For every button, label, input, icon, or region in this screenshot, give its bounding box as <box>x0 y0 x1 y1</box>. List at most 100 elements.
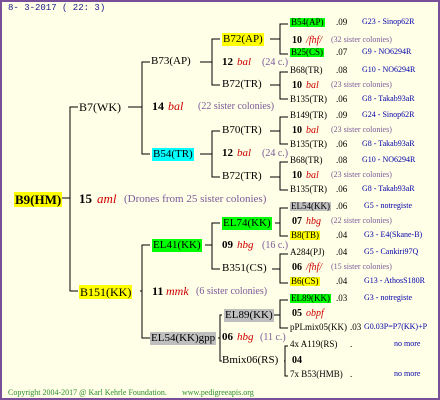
gen4-origin-code: G13 - AthosS180R <box>364 276 425 285</box>
gen4-queen: 7x B53(HMB) <box>290 369 343 379</box>
gen4-inbreeding: .09 <box>336 17 348 27</box>
gen3-b351: B351(CS) <box>222 262 267 274</box>
gen4-queen: B8(TB) <box>290 230 320 240</box>
gen3-b72ap-drone-type: bal <box>237 56 252 68</box>
gen4-inbreeding: . <box>350 369 353 379</box>
gen1-lower-drone-count: 11 <box>152 284 164 298</box>
gen4-drone-count: 10 <box>292 125 302 136</box>
gen3-el89-drone-type: hbg <box>237 331 254 343</box>
gen4-inbreeding: .04 <box>336 247 348 257</box>
gen4-queen: B135(TR) <box>290 139 327 149</box>
gen3-b72ap-note: (24 c.) <box>262 57 289 68</box>
gen1-upper-drone-type: bal <box>168 99 184 113</box>
gen3-b72ap: B72(AP) <box>222 33 264 46</box>
gen4-queen: 4x A119(RS) <box>290 339 338 349</box>
gen4-origin-code: G3 - E4(Skane-B) <box>364 230 423 239</box>
gen4-inbreeding: .03 <box>336 293 348 303</box>
header-date: 8- 3-2017 ( 22: 3) <box>8 3 106 13</box>
gen4-sister-note: (22 sister colonies) <box>331 216 392 225</box>
gen4-queen: pPLmix05(KK) <box>290 322 347 332</box>
gen3-el74: EL74(KK) <box>222 217 272 230</box>
gen4-inbreeding: .03 <box>350 322 362 332</box>
gen4-origin-code: G23 - Sinop62R <box>362 17 415 26</box>
gen4-origin-code: G8 - Takab93aR <box>362 94 415 103</box>
gen4-drone-type: hbg <box>306 216 321 227</box>
gen4-drone-type: /fhf/ <box>306 35 323 46</box>
gen2-el41: EL41(KK) <box>152 239 202 252</box>
gen4-origin-code: G8 - Takab93aR <box>362 139 415 148</box>
gen3-b70tr-drone-type: bal <box>237 147 252 159</box>
gen4-origin-code: G3 - notregiste <box>364 293 412 302</box>
gen3-b72tr-2: B72(TR) <box>222 170 262 182</box>
gen4-origin-code: G8 - Takab93aR <box>362 184 415 193</box>
gen3-b70tr-drone-count: 12 <box>222 147 233 159</box>
gen3-b70tr-note: (24 c.) <box>262 148 289 159</box>
gen4-inbreeding: .04 <box>336 230 348 240</box>
gen4-inbreeding: .09 <box>336 110 348 120</box>
gen4-origin-code: no more <box>394 339 421 348</box>
gen4-inbreeding: .04 <box>336 276 348 286</box>
gen1-lower-queen: B151(KK) <box>79 285 133 299</box>
gen3-el89-note: (11 c.) <box>260 332 286 343</box>
gen4-sister-note: (23 sister colonies) <box>331 80 392 89</box>
gen4-drone-count: 06 <box>292 262 302 273</box>
gen3-el74-drone-type: hbg <box>237 239 254 251</box>
gen4-drone-type: obpf <box>306 308 324 319</box>
gen4-queen: B25(CS) <box>290 47 325 57</box>
gen2-b73: B73(AP) <box>151 55 191 67</box>
gen1-lower-sister-note: (6 sister colonies) <box>196 286 268 297</box>
root-drone-type: aml <box>97 191 117 206</box>
gen4-queen: B135(TR) <box>290 94 327 104</box>
gen4-queen: EL54(KK) <box>290 201 331 211</box>
footer-url[interactable]: www.pedigreeapis.org <box>182 389 254 397</box>
gen4-inbreeding: .08 <box>336 65 348 75</box>
gen4-drone-count: 10 <box>292 170 302 181</box>
gen3-el89-drone-count: 06 <box>222 331 233 343</box>
root-queen: B9(HM) <box>14 192 63 207</box>
root-drone-count: 15 <box>79 191 92 206</box>
footer-copyright: Copyright 2004-2017 @ Karl Kehrle Founda… <box>8 388 167 397</box>
gen4-queen: B135(TR) <box>290 184 327 194</box>
gen4-origin-code: G24 - Sinop62R <box>362 110 415 119</box>
gen4-inbreeding: . <box>350 339 353 349</box>
gen4-origin-code: G5 - Cankiri97Q <box>364 247 419 256</box>
pedigree-page: 8- 3-2017 ( 22: 3) B9(HM) 15 aml (Drones… <box>0 0 440 400</box>
gen4-sister-note: (15 sister colonies) <box>331 262 392 271</box>
gen3-el74-drone-count: 09 <box>222 239 233 251</box>
gen4-origin-code: G10 - NO6294R <box>362 155 416 164</box>
gen3-el89: EL89(KK) <box>224 309 274 322</box>
gen4-inbreeding: .07 <box>336 47 348 57</box>
gen4-origin-code: no more <box>394 369 421 378</box>
gen4-origin-code: G5 - notregiste <box>364 201 412 210</box>
gen3-el74-note: (16 c.) <box>262 240 289 251</box>
gen1-lower-drone-type: mmk <box>166 284 189 298</box>
gen4-queen: EL89(KK) <box>290 293 331 303</box>
gen4-queen: B68(TR) <box>290 65 323 75</box>
gen4-inbreeding: .06 <box>336 184 348 194</box>
gen4-queen: B68(TR) <box>290 155 323 165</box>
gen4-drone-count: 05 <box>292 308 302 319</box>
gen1-upper-sister-note: (22 sister colonies) <box>198 101 275 112</box>
gen4-sister-note: (23 sister colonies) <box>331 125 392 134</box>
gen4-drone-type: bal <box>306 80 319 91</box>
gen4-drone-type: /fhf/ <box>306 262 323 273</box>
gen1-upper-queen: B7(WK) <box>79 100 121 114</box>
gen4-drone-count: 10 <box>292 35 302 46</box>
gen1-upper-drone-count: 14 <box>152 99 164 113</box>
gen4-sister-note: (32 sister colonies) <box>331 35 392 44</box>
gen4-origin-code: G0.03P=P7(KK)+P <box>364 322 428 331</box>
gen4-sister-note: (23 sister colonies) <box>331 170 392 179</box>
gen4-drone-count: 10 <box>292 80 302 91</box>
gen4-queen: B149(TR) <box>290 110 327 120</box>
gen4-drone-count: 04 <box>292 355 302 366</box>
gen3-b72tr: B72(TR) <box>222 78 262 90</box>
root-sister-note: (Drones from 25 sister colonies) <box>124 193 267 205</box>
gen4-queen: B54(AP) <box>290 17 325 27</box>
gen2-b54: B54(TR) <box>152 148 194 161</box>
gen4-inbreeding: .06 <box>336 139 348 149</box>
gen4-origin-code: G10 - NO6294R <box>362 65 416 74</box>
gen3-b70tr: B70(TR) <box>222 124 262 136</box>
gen4-queen: A284(PJ) <box>290 247 325 257</box>
gen4-queen: B6(CS) <box>290 276 320 286</box>
gen4-drone-type: bal <box>306 125 319 136</box>
